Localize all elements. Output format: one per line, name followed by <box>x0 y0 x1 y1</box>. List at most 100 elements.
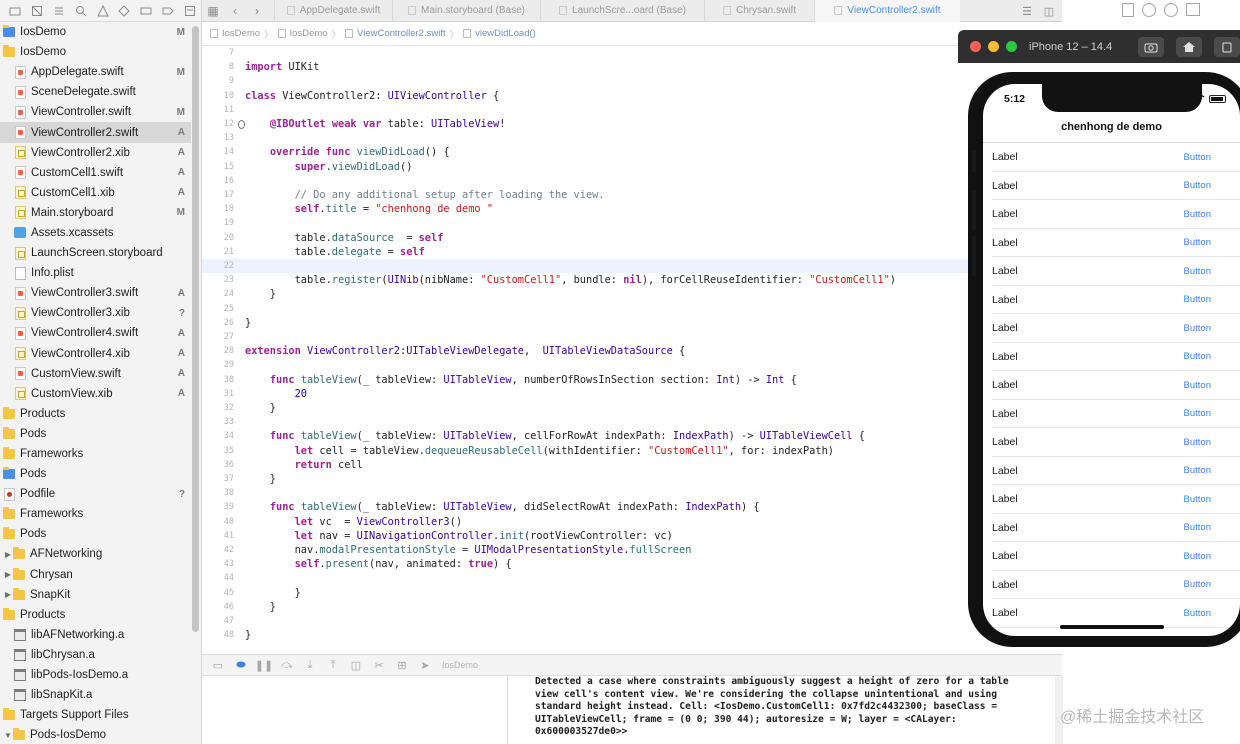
disclosure-triangle-icon[interactable]: ▶ <box>3 550 13 559</box>
table-row[interactable]: Label Button <box>983 143 1240 172</box>
navigator-item[interactable]: Frameworks <box>0 444 191 464</box>
code-line[interactable]: 35 let cell = tableView.dequeueReusableC… <box>202 444 1062 458</box>
editor-tab[interactable]: Chrysan.swift <box>704 0 814 22</box>
code-line[interactable]: 21 table.delegate = self <box>202 245 1062 259</box>
table-row[interactable]: Label Button <box>983 172 1240 201</box>
code-line[interactable]: 33 <box>202 415 1062 429</box>
variables-view[interactable] <box>202 676 508 744</box>
code-line[interactable]: 20 table.dataSource = self <box>202 231 1062 245</box>
cell-button[interactable]: Button <box>1184 351 1211 362</box>
source-editor[interactable]: 7 8 import UIKit 9 10 class ViewController2: … <box>202 46 1062 654</box>
cell-button[interactable]: Button <box>1184 209 1211 220</box>
report-icon[interactable] <box>179 0 201 22</box>
code-line[interactable]: 40 let vc = ViewController3() <box>202 515 1062 529</box>
code-line[interactable]: 25 <box>202 302 1062 316</box>
table-row[interactable]: Label Button <box>983 428 1240 457</box>
table-row[interactable]: Label Button <box>983 343 1240 372</box>
breadcrumb-item[interactable]: IosDemo <box>277 28 328 39</box>
code-line[interactable]: 32 } <box>202 401 1062 415</box>
cell-button[interactable]: Button <box>1184 437 1211 448</box>
code-line[interactable]: 9 <box>202 74 1062 88</box>
table-row[interactable]: Label Button <box>983 457 1240 486</box>
table-row[interactable]: Label Button <box>983 514 1240 543</box>
disclosure-triangle-icon[interactable]: ▶ <box>3 590 13 599</box>
code-line[interactable]: 16 <box>202 174 1062 188</box>
navigator-item[interactable]: ViewController.swift M <box>0 102 191 122</box>
environment-overrides-icon[interactable]: ⊞ <box>392 656 412 674</box>
navigator-item[interactable]: Products <box>0 605 191 625</box>
navigator-item[interactable]: libSnapKit.a <box>0 685 191 705</box>
memory-graph-icon[interactable]: ✂ <box>369 656 389 674</box>
hide-debug-area-icon[interactable]: ▭ <box>208 656 228 674</box>
code-line[interactable]: 17 // Do any additional setup after load… <box>202 188 1062 202</box>
cell-button[interactable]: Button <box>1184 237 1211 248</box>
table-row[interactable]: Label Button <box>983 314 1240 343</box>
folder-icon[interactable] <box>4 0 26 22</box>
minimize-window-button[interactable] <box>988 41 999 52</box>
code-line[interactable]: 29 <box>202 358 1062 372</box>
navigator-item[interactable]: libChrysan.a <box>0 645 191 665</box>
navigator-item[interactable]: ▶ AFNetworking <box>0 544 191 564</box>
table-view[interactable]: Label Button Label Button Label Button Label Bu… <box>983 143 1240 628</box>
editor-tab[interactable]: LaunchScre...oard (Base) <box>540 0 704 22</box>
code-line[interactable]: 48} <box>202 628 1062 642</box>
editor-tab[interactable]: Main.storyboard (Base) <box>392 0 540 22</box>
code-line[interactable]: 38 <box>202 486 1062 500</box>
cell-button[interactable]: Button <box>1184 408 1211 419</box>
code-line[interactable]: 45 } <box>202 586 1062 600</box>
code-line[interactable]: 46 } <box>202 600 1062 614</box>
navigator-item[interactable]: SceneDelegate.swift <box>0 82 191 102</box>
code-line[interactable]: 43 self.present(nav, animated: true) { <box>202 557 1062 571</box>
code-line[interactable]: 12 @IBOutlet weak var table: UITableView… <box>202 117 1062 131</box>
code-line[interactable]: 7 <box>202 46 1062 60</box>
table-row[interactable]: Label Button <box>983 400 1240 429</box>
table-row[interactable]: Label Button <box>983 257 1240 286</box>
back-chevron-icon[interactable]: ‹ <box>224 0 246 22</box>
test-icon[interactable] <box>113 0 135 22</box>
disclosure-triangle-icon[interactable]: ▶ <box>3 570 13 579</box>
cell-button[interactable]: Button <box>1184 494 1211 505</box>
document-icon[interactable] <box>1122 3 1134 17</box>
code-line[interactable]: 18 self.title = "chenhong de demo " <box>202 202 1062 216</box>
code-line[interactable]: 44 <box>202 571 1062 585</box>
code-line[interactable]: 37 } <box>202 472 1062 486</box>
table-row[interactable]: Label Button <box>983 200 1240 229</box>
navigator-item[interactable]: Targets Support Files <box>0 705 191 725</box>
code-line[interactable]: 41 let nav = UINavigationController.init… <box>202 529 1062 543</box>
cell-button[interactable]: Button <box>1184 522 1211 533</box>
navigator-item[interactable]: ViewController2.xib A <box>0 143 191 163</box>
code-line[interactable]: 34 func tableView(_ tableView: UITableVi… <box>202 429 1062 443</box>
navigator-item[interactable]: ViewController4.xib A <box>0 344 191 364</box>
navigator-item[interactable]: ViewController4.swift A <box>0 323 191 343</box>
code-line[interactable]: 24 } <box>202 287 1062 301</box>
navigator-item[interactable]: Pods <box>0 464 191 484</box>
home-button[interactable] <box>1176 37 1202 57</box>
breakpoint-icon[interactable] <box>157 0 179 22</box>
table-row[interactable]: Label Button <box>983 571 1240 600</box>
zoom-window-button[interactable] <box>1006 41 1017 52</box>
close-window-button[interactable] <box>970 41 981 52</box>
cell-button[interactable]: Button <box>1184 551 1211 562</box>
editor-options-icon[interactable]: ☰ <box>1018 2 1036 20</box>
split-editor-icon[interactable]: ◫ <box>1040 2 1058 20</box>
code-line[interactable]: 15 super.viewDidLoad() <box>202 160 1062 174</box>
navigator-item[interactable]: Products <box>0 404 191 424</box>
cell-button[interactable]: Button <box>1184 380 1211 391</box>
step-out-icon[interactable]: ⤒ <box>323 656 343 674</box>
source-control-icon[interactable] <box>26 0 48 22</box>
code-line[interactable]: 42 nav.modalPresentationStyle = UIModalP… <box>202 543 1062 557</box>
code-line[interactable]: 27 <box>202 330 1062 344</box>
editor-tab[interactable]: AppDelegate.swift <box>274 0 392 22</box>
navigator-item[interactable]: CustomView.xib A <box>0 384 191 404</box>
code-line[interactable]: 8 import UIKit <box>202 60 1062 74</box>
volume-down-button[interactable] <box>972 236 976 276</box>
navigator-item[interactable]: Assets.xcassets <box>0 223 191 243</box>
navigator-item[interactable]: IosDemo <box>0 42 191 62</box>
navigator-item[interactable]: libAFNetworking.a <box>0 625 191 645</box>
code-line[interactable]: 36 return cell <box>202 458 1062 472</box>
code-line[interactable]: 26} <box>202 316 1062 330</box>
table-row[interactable]: Label Button <box>983 542 1240 571</box>
navigator-item[interactable]: ▼ Pods-IosDemo <box>0 725 191 744</box>
table-row[interactable]: Label Button <box>983 485 1240 514</box>
grid-icon[interactable]: ▦ <box>202 0 224 22</box>
